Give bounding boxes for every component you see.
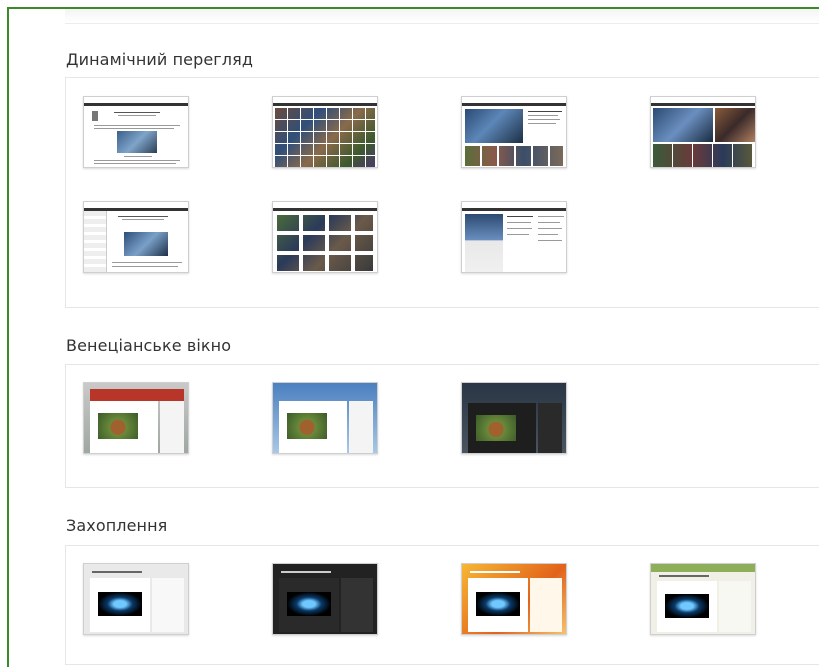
- template-thumbnail-dynamic-magazine[interactable]: [461, 96, 567, 168]
- template-thumbnail-awesome-light[interactable]: [83, 563, 189, 635]
- template-thumbnail-dynamic-snapshot[interactable]: [272, 201, 378, 273]
- section-title-picture-window: Венеціанське вікно: [66, 336, 232, 355]
- picture-window-panel: [65, 364, 819, 488]
- previous-panel-edge: [65, 9, 819, 24]
- section-title-dynamic-view: Динамічний перегляд: [66, 50, 254, 69]
- template-thumbnail-dynamic-flipcard[interactable]: [272, 96, 378, 168]
- section-title-awesome: Захоплення: [66, 516, 168, 535]
- dynamic-view-panel: [65, 77, 819, 308]
- template-thumbnail-awesome-dark[interactable]: [272, 563, 378, 635]
- template-thumbnail-picture-window-dark[interactable]: [461, 382, 567, 454]
- awesome-panel: [65, 545, 819, 665]
- template-thumbnail-dynamic-mosaic[interactable]: [650, 96, 756, 168]
- template-thumbnail-dynamic-timeslide[interactable]: [461, 201, 567, 273]
- template-thumbnail-dynamic-sidebar[interactable]: [83, 201, 189, 273]
- template-thumbnail-picture-window-red[interactable]: [83, 382, 189, 454]
- template-thumbnail-awesome-orange[interactable]: [461, 563, 567, 635]
- template-thumbnail-picture-window-sky[interactable]: [272, 382, 378, 454]
- template-thumbnail-dynamic-classic[interactable]: [83, 96, 189, 168]
- template-thumbnail-awesome-green[interactable]: [650, 563, 756, 635]
